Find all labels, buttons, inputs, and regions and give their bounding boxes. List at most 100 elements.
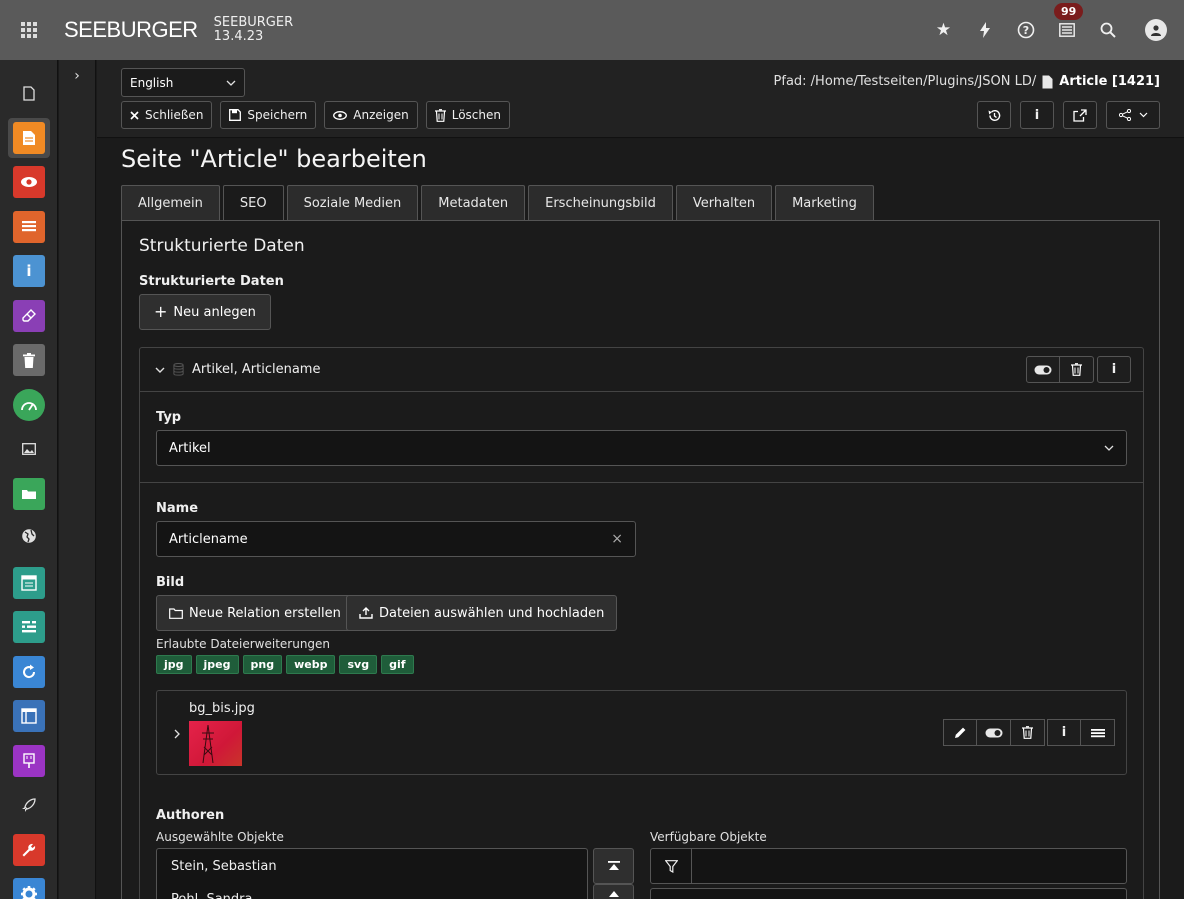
tab-verhalten[interactable]: Verhalten: [675, 185, 773, 220]
create-relation-button[interactable]: Neue Relation erstellen: [156, 595, 354, 631]
module-forms[interactable]: [0, 561, 58, 606]
move-up-icon: [608, 891, 619, 897]
module-rocket[interactable]: [0, 783, 58, 828]
expand-tree-chevron-icon[interactable]: ›: [59, 68, 95, 84]
allowed-extensions-label: Erlaubte Dateierweiterungen: [156, 637, 331, 651]
bookmark-star-icon[interactable]: ★: [923, 0, 964, 60]
file-info-button[interactable]: i: [1047, 719, 1081, 746]
move-to-top-button[interactable]: [593, 848, 634, 884]
gear-icon: [13, 878, 45, 899]
record-title: Artikel, Articlename: [192, 362, 321, 377]
available-objects-list[interactable]: [650, 888, 1127, 899]
module-sites[interactable]: [0, 516, 58, 561]
module-layout[interactable]: [0, 694, 58, 739]
history-icon: [988, 109, 1000, 121]
delete-button[interactable]: Löschen: [425, 101, 510, 129]
authors-label: Authoren: [156, 808, 225, 823]
module-info[interactable]: i: [0, 249, 58, 294]
new-record-button[interactable]: + Neu anlegen: [139, 294, 271, 330]
extension-badge: webp: [286, 655, 336, 674]
help-icon[interactable]: ?: [1005, 0, 1046, 60]
search-icon[interactable]: [1087, 0, 1128, 60]
module-extension[interactable]: [0, 739, 58, 784]
apps-menu-icon[interactable]: [0, 0, 58, 60]
module-maintenance[interactable]: [0, 828, 58, 873]
history-button[interactable]: [977, 101, 1011, 129]
list-item[interactable]: Stein, Sebastian: [157, 849, 587, 878]
available-objects-filter[interactable]: [650, 848, 1127, 884]
plus-icon: +: [154, 302, 168, 321]
page-module-icon: [13, 121, 45, 154]
typ-select[interactable]: Artikel: [156, 430, 1127, 466]
info-button[interactable]: i: [1020, 101, 1054, 129]
toggle-visibility-button[interactable]: [1026, 356, 1060, 383]
module-page-edit[interactable]: [0, 116, 58, 161]
globe-icon: [21, 528, 37, 548]
module-settings[interactable]: [0, 872, 58, 899]
drag-handle-button[interactable]: [1081, 719, 1115, 746]
folder-icon: [13, 477, 45, 510]
info-icon: i: [1111, 362, 1117, 377]
file-thumbnail[interactable]: [189, 721, 242, 766]
pencil-icon: [954, 727, 965, 738]
module-scheduler[interactable]: [0, 650, 58, 695]
record-info-button[interactable]: i: [1097, 356, 1131, 383]
save-button[interactable]: Speichern: [220, 101, 317, 129]
view-button[interactable]: Anzeigen: [324, 101, 418, 129]
module-workspace[interactable]: [0, 294, 58, 339]
tab-marketing[interactable]: Marketing: [775, 185, 874, 220]
trash-icon: [1071, 363, 1082, 376]
module-page-icon[interactable]: [0, 71, 58, 116]
module-settings-list[interactable]: [0, 605, 58, 650]
file-name: bg_bis.jpg: [189, 701, 255, 716]
record-header[interactable]: Artikel, Articlename i: [140, 348, 1143, 392]
chevron-down-icon[interactable]: [155, 367, 165, 373]
flash-cache-icon[interactable]: [964, 0, 1005, 60]
info-icon: i: [1034, 107, 1040, 123]
edit-file-button[interactable]: [943, 719, 977, 746]
notification-badge: 99: [1054, 3, 1084, 20]
open-external-button[interactable]: [1063, 101, 1097, 129]
site-name: SEEBURGER: [213, 15, 294, 30]
info-icon: i: [1061, 725, 1067, 740]
divider: [140, 482, 1143, 483]
module-recycler[interactable]: [0, 338, 58, 383]
toggle-file-visibility-button[interactable]: [977, 719, 1011, 746]
module-media[interactable]: [0, 427, 58, 472]
chevron-down-icon: [1104, 445, 1114, 451]
close-button[interactable]: Schließen: [121, 101, 213, 129]
site-version: 13.4.23: [213, 29, 264, 44]
structured-data-label: Strukturierte Daten: [139, 274, 284, 289]
move-up-button[interactable]: [593, 884, 634, 899]
content-area: Seite "Article" bearbeiten Allgemein SEO…: [97, 139, 1184, 899]
module-dashboard[interactable]: [0, 383, 58, 428]
file-actions: [943, 719, 1045, 746]
module-view[interactable]: [0, 160, 58, 205]
language-select[interactable]: English: [121, 68, 245, 97]
extension-badge: jpg: [156, 655, 192, 674]
extension-badge: png: [242, 655, 283, 674]
delete-file-button[interactable]: [1011, 719, 1045, 746]
tab-erscheinungsbild[interactable]: Erscheinungsbild: [528, 185, 673, 220]
user-menu[interactable]: [1128, 0, 1184, 60]
close-icon: [130, 110, 139, 120]
tab-metadaten[interactable]: Metadaten: [421, 185, 526, 220]
page-title: Seite "Article" bearbeiten: [121, 145, 427, 173]
module-filelist[interactable]: [0, 472, 58, 517]
trash-icon: [434, 108, 446, 122]
typ-label: Typ: [156, 410, 182, 425]
tab-soziale-medien[interactable]: Soziale Medien: [286, 185, 419, 220]
name-input[interactable]: Articlename ×: [156, 521, 636, 557]
upload-files-button[interactable]: Dateien auswählen und hochladen: [346, 595, 618, 631]
delete-record-button[interactable]: [1060, 356, 1094, 383]
clear-input-icon[interactable]: ×: [611, 531, 623, 547]
list-item[interactable]: Pohl, Sandra: [157, 878, 587, 899]
module-list[interactable]: [0, 205, 58, 250]
tab-seo[interactable]: SEO: [222, 185, 284, 221]
selected-objects-list[interactable]: Stein, Sebastian Pohl, Sandra: [156, 848, 588, 899]
share-dropdown[interactable]: [1106, 101, 1160, 129]
expand-file-chevron-icon[interactable]: [174, 729, 180, 739]
tab-allgemein[interactable]: Allgemein: [121, 185, 220, 220]
save-icon: [229, 109, 242, 121]
system-info-icon[interactable]: 99: [1046, 0, 1087, 60]
